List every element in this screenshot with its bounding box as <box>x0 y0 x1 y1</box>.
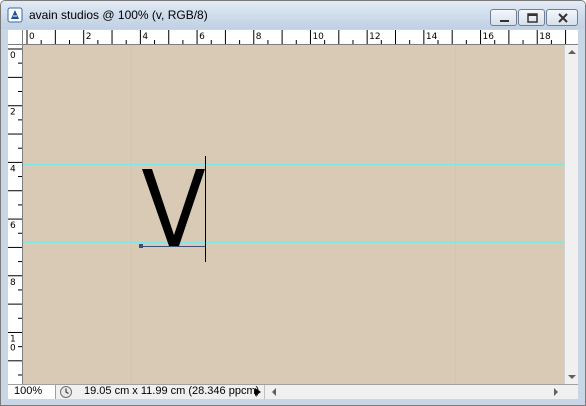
ruler-label: 12 <box>369 32 380 42</box>
ruler-label: 10 <box>312 32 324 42</box>
ruler-label: 4 <box>142 32 148 42</box>
ruler-label: 2 <box>10 108 16 118</box>
baseline-handle <box>139 244 143 248</box>
ruler-label: 14 <box>426 32 438 42</box>
document-size-info: 19.05 cm x 11.99 cm (28.346 ppcm) <box>84 385 260 397</box>
scroll-left-icon[interactable] <box>267 385 281 399</box>
ruler-label: 6 <box>10 221 16 231</box>
scroll-up-icon[interactable] <box>565 45 579 59</box>
canvas-layer <box>23 45 564 384</box>
ruler-label: 2 <box>86 32 92 42</box>
horizontal-ruler[interactable]: 0 2 4 6 8 10 12 14 16 18 <box>23 30 578 45</box>
ruler-label: 16 <box>483 32 495 42</box>
status-bar: 100% 19.05 cm x 11.99 cm (28.346 ppcm) <box>8 384 578 399</box>
minimize-icon <box>500 20 509 22</box>
status-menu-arrow-icon[interactable] <box>253 385 263 399</box>
vertical-scrollbar[interactable] <box>564 45 578 384</box>
ruler-label: 0 <box>10 51 16 61</box>
ruler-origin[interactable] <box>8 30 23 45</box>
ruler-label: 0 <box>29 32 35 42</box>
maximize-icon <box>527 13 538 23</box>
document-window: avain studios @ 100% (v, RGB/8) 0 2 4 6 8 10 1… <box>0 0 586 406</box>
zoom-field[interactable]: 100% <box>8 385 56 399</box>
ruler-label: 18 <box>539 32 551 42</box>
document-canvas[interactable] <box>23 45 564 384</box>
scroll-right-icon[interactable] <box>549 385 563 399</box>
scroll-down-icon[interactable] <box>565 370 579 384</box>
ruler-label: 4 <box>10 164 16 174</box>
window-title: avain studios @ 100% (v, RGB/8) <box>29 8 208 22</box>
ruler-label: 6 <box>199 32 205 42</box>
document-frame: 0 2 4 6 8 10 12 14 16 18 0 2 4 6 8 10 100% 19… <box>8 30 578 399</box>
text-layer-v <box>142 169 205 246</box>
close-button[interactable] <box>546 9 578 26</box>
ruler-label: 8 <box>256 32 262 42</box>
ruler-label: 8 <box>10 278 16 288</box>
maximize-button[interactable] <box>518 9 545 26</box>
vertical-ruler[interactable]: 0246810 <box>8 45 23 384</box>
title-bar[interactable]: avain studios @ 100% (v, RGB/8) <box>1 1 585 29</box>
ruler-label: 0 <box>10 343 16 353</box>
close-icon <box>558 13 568 23</box>
clock-icon[interactable] <box>59 385 73 399</box>
minimize-button[interactable] <box>490 9 517 26</box>
photoshop-document-icon <box>7 7 23 23</box>
horizontal-scrollbar[interactable] <box>264 385 564 399</box>
